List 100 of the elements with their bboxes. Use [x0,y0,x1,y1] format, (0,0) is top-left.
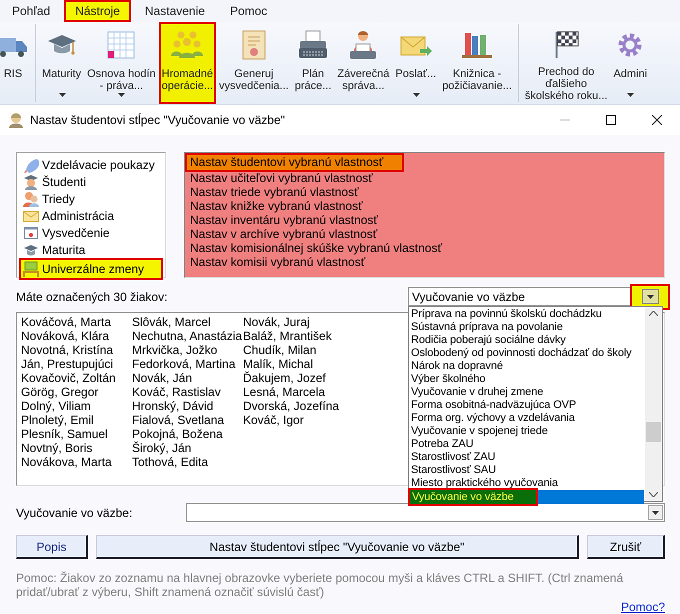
student-name[interactable]: Fialová, Svetlana [132,413,243,427]
student-name[interactable]: Novákova, Marta [21,455,132,469]
category-item[interactable]: Administrácia [19,207,163,224]
ribbon-button[interactable]: Plán práce... [292,22,334,104]
student-name[interactable]: Slôvák, Marcel [132,315,243,329]
dropdown-option[interactable]: Vyučovanie v druhej zmene [410,386,644,399]
student-name[interactable]: Malík, Michal [243,357,354,371]
student-name[interactable]: Plnoletý, Emil [21,413,132,427]
student-name[interactable]: Lesná, Marcela [243,385,354,399]
student-name[interactable]: Fedorková, Martina [132,357,243,371]
student-name[interactable]: Ďakujem, Jozef [243,371,354,385]
dropdown-option[interactable]: Starostlivosť SAU [410,464,644,477]
value-dropdown[interactable] [186,503,665,522]
action-item[interactable]: Nastav učiteľovi vybranú vlastnosť [187,171,662,185]
people-group-icon [171,29,204,61]
desk-icon [23,261,39,277]
student-name[interactable]: Baláž, Mrantišek [243,329,354,343]
calendar-icon [105,29,138,61]
category-item[interactable]: Triedy [19,190,163,207]
dropdown-option[interactable]: Výber školného [410,373,644,386]
close-icon [652,115,662,125]
ribbon-button[interactable]: Generuj vysvedčenia... [216,22,292,104]
ribbon-button[interactable]: Osnova hodín - práva... [84,22,159,104]
cancel-button[interactable]: Zrušiť [587,535,665,559]
action-item[interactable]: Nastav knižke vybranú vlastnosť [187,199,662,213]
student-name[interactable]: Novák, Juraj [243,315,354,329]
student-name[interactable]: Pokojná, Božena [132,427,243,441]
action-item[interactable]: Nastav triede vybranú vlastnosť [187,185,662,199]
dropdown-caret-icon [58,93,66,97]
ribbon-button[interactable]: Hromadné operácie... [158,22,216,104]
scroll-thumb[interactable] [646,422,661,442]
student-name[interactable]: Chudík, Milan [243,343,354,357]
dropdown-option[interactable]: Starostlivosť ZAU [410,451,644,464]
student-icon [23,174,39,190]
category-item[interactable]: Vysvedčenie [19,224,163,241]
certificate-icon [23,224,39,240]
student-name[interactable]: Kováč, Rastislav [132,385,243,399]
ribbon-button[interactable]: Poslať... [392,22,440,104]
description-button[interactable]: Popis [16,535,88,559]
menu-item[interactable]: Pomoc [218,0,278,22]
action-item[interactable]: Nastav inventáru vybranú vlastnosť [187,213,662,227]
ribbon-button[interactable]: RIS [0,22,32,104]
dropdown-caret-icon [412,93,420,97]
student-name[interactable]: Kováč, Igor [243,413,354,427]
student-name[interactable]: Hronský, Dávid [132,399,243,413]
dropdown-option[interactable]: Potreba ZAU [410,438,644,451]
ribbon-button[interactable]: Maturity [39,22,84,104]
dropdown-button[interactable] [630,284,670,310]
student-name[interactable]: Novotná, Kristína [21,343,132,357]
maximize-icon [606,115,616,125]
student-name[interactable]: Plesník, Samuel [21,427,132,441]
student-name[interactable]: Novák, Ján [132,371,243,385]
dropdown-option[interactable]: Miesto praktického vyučovania [410,477,644,490]
action-item[interactable]: Nastav v archíve vybranú vlastnosť [187,227,662,241]
menu-item[interactable]: Pohľad [1,0,62,22]
menu-item[interactable]: Nástroje [64,0,131,22]
scrollbar[interactable] [645,307,662,501]
category-item[interactable]: Maturita [19,241,163,258]
student-name[interactable]: Kováčová, Marta [21,315,132,329]
student-name[interactable]: Dvorská, Jozefína [243,399,354,413]
category-item[interactable]: Vzdelávacie poukazy [19,156,163,173]
selection-count: Máte označených 30 žiakov: [16,290,168,304]
dropdown-arrow-icon [646,294,654,298]
dropdown-option[interactable]: Nárok na dopravné [410,360,644,373]
dropdown-option[interactable]: Oslobodený od povinnosti dochádzať do školy [410,347,644,360]
scroll-up-icon [649,311,658,316]
student-name[interactable]: Dolný, Viliam [21,399,132,413]
student-name[interactable]: Ján, Prestupujúci [21,357,132,371]
dropdown-option[interactable]: Vyučovanie v spojenej triede [410,425,644,438]
student-name[interactable]: Nováková, Klára [21,329,132,343]
people-icon [23,190,39,206]
student-name[interactable]: Široký, Ján [132,441,243,455]
student-name[interactable]: Görög, Gregor [21,385,132,399]
dropdown-option[interactable]: Rodičia poberajú sociálne dávky [410,334,644,347]
student-name[interactable]: Kovačovič, Zoltán [21,371,132,385]
category-item[interactable]: Univerzálne zmeny [19,258,163,280]
ribbon-button[interactable]: Knižnica - požičiavanie... [439,22,515,104]
field-label: Vyučovanie vo väzbe: [16,506,134,520]
category-item[interactable]: Študenti [19,173,163,190]
dropdown-option[interactable]: Príprava na povinnú školskú dochádzku [410,308,644,321]
apply-button[interactable]: Nastav študentovi stĺpec "Vyučovanie vo väzbe" [96,535,579,559]
ribbon-button[interactable]: Prechod do ďalšieho školského roku... [522,22,610,104]
dropdown-caret-icon [118,93,126,97]
dropdown-option[interactable]: Forma org. výchovy a vzdelávania [410,412,644,425]
action-item[interactable]: Nastav komisionálnej skúške vybranú vlastnosť [187,241,662,255]
dropdown-option[interactable]: Vyučovanie vo väzbe [410,490,644,504]
ribbon-button[interactable]: Admini [610,22,650,104]
student-name[interactable]: Nechutna, Anastázia [132,329,243,343]
help-link[interactable]: Pomoc? [620,600,665,614]
window-title: Nastav študentovi stĺpec "Vyučovanie vo väzbe" [30,113,286,127]
menu-item[interactable]: Nastavenie [134,0,216,22]
dropdown-option[interactable]: Forma osobitná-nadväzujúca OVP [410,399,644,412]
typewriter-icon [297,29,330,61]
action-item[interactable]: Nastav študentovi vybranú vlastnosť [187,155,402,170]
student-name[interactable]: Novtný, Boris [21,441,132,455]
student-name[interactable]: Mrkvička, Jožko [132,343,243,357]
ribbon-button[interactable]: Záverečná správa... [334,22,392,104]
dropdown-option[interactable]: Sústavná príprava na povolanie [410,321,644,334]
student-name[interactable]: Tothová, Edita [132,455,243,469]
action-item[interactable]: Nastav komisii vybranú vlastnosť [187,255,662,269]
